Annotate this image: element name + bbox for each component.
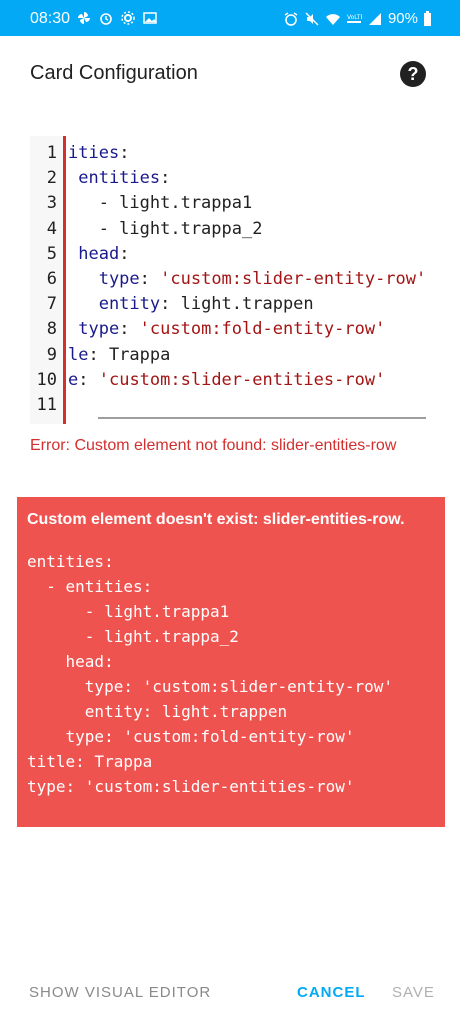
pinwheel-icon <box>78 12 90 24</box>
line-number: 8 <box>46 319 57 340</box>
code-token: 'custom:slider-entity-row' <box>160 269 427 289</box>
code-line: entities: <box>68 168 170 188</box>
code-token: head <box>68 243 120 264</box>
alarm-clock-icon <box>100 13 112 25</box>
code-line: le: Trappa <box>68 345 170 365</box>
show-visual-editor-button[interactable]: SHOW VISUAL EDITOR <box>29 984 211 1001</box>
line-number: 1 <box>46 143 57 163</box>
status-bar: 08:30 VoLTE 90% <box>0 0 460 36</box>
code-token: - light.trappa_2 <box>68 218 263 239</box>
line-number: 2 <box>46 168 57 189</box>
code-token: entities <box>68 168 161 189</box>
help-icon[interactable]: ? <box>400 61 426 87</box>
code-line: head: <box>68 244 129 264</box>
code-token: : Trappa <box>88 344 171 365</box>
navigation-bar <box>0 1016 460 1024</box>
code-line: - light.trappa1 <box>68 193 253 214</box>
alarm-icon <box>284 11 298 26</box>
code-token: type <box>68 319 120 340</box>
error-card: Custom element doesn't exist: slider-ent… <box>17 497 445 827</box>
code-line: ities: <box>68 143 129 163</box>
code-token: - light.trappa1 <box>68 193 253 214</box>
code-token: e <box>68 369 79 390</box>
dialog-header: Card Configuration ? <box>0 36 460 112</box>
code-token: ities <box>68 143 120 163</box>
code-token: entity <box>68 294 161 315</box>
line-number: 9 <box>46 344 57 365</box>
code-token: : <box>119 319 140 340</box>
cancel-button[interactable]: CANCEL <box>297 984 366 1001</box>
code-line: type: 'custom:slider-entity-row' <box>68 269 427 289</box>
code-token: : <box>119 143 130 163</box>
line-number: 5 <box>46 243 57 264</box>
code-token: : <box>139 269 161 289</box>
save-button[interactable]: SAVE <box>392 984 435 1001</box>
volte-icon: VoLTE <box>346 14 362 23</box>
line-number: 3 <box>46 193 57 214</box>
error-message: Error: Custom element not found: slider-… <box>30 437 397 454</box>
svg-text:VoLTE: VoLTE <box>347 14 362 21</box>
image-icon <box>143 12 157 24</box>
line-number: 6 <box>46 269 57 289</box>
error-card-title: Custom element doesn't exist: slider-ent… <box>27 511 405 528</box>
gear-icon <box>121 11 135 25</box>
battery-icon <box>424 10 431 26</box>
signal-icon <box>368 12 381 25</box>
code-token: type <box>68 269 140 289</box>
battery-percent: 90% <box>387 10 418 27</box>
code-token: : <box>160 168 171 189</box>
code-line: e: 'custom:slider-entities-row' <box>68 370 385 390</box>
status-time: 08:30 <box>30 10 71 27</box>
code-line: entity: light.trappen <box>68 294 314 314</box>
status-icons-left <box>76 10 158 26</box>
line-number-gutter: 1 2 3 4 5 6 7 8 9 10 11 <box>30 136 66 424</box>
error-card-yaml: entities: - entities: - light.trappa1 - … <box>27 552 394 796</box>
wifi-icon <box>325 13 340 25</box>
line-number: 10 <box>36 369 57 390</box>
editor-underline <box>98 417 426 419</box>
code-token: : light.trappen <box>160 294 314 315</box>
line-number: 4 <box>46 218 57 239</box>
code-token: : <box>119 243 130 264</box>
code-editor[interactable]: 1 2 3 4 5 6 7 8 9 10 11 ities: entities: - light.t… <box>30 136 440 424</box>
code-line: type: 'custom:fold-entity-row' <box>68 319 385 339</box>
code-token: : <box>78 369 99 390</box>
line-number: 11 <box>36 395 57 415</box>
code-token: le <box>68 344 89 365</box>
status-icons-right: VoLTE 90% <box>283 10 432 27</box>
mute-icon <box>305 12 319 25</box>
code-token: 'custom:fold-entity-row' <box>139 319 386 340</box>
code-line: - light.trappa_2 <box>68 218 263 239</box>
code-token: 'custom:slider-entities-row' <box>98 369 386 390</box>
line-number: 7 <box>46 294 57 315</box>
dialog-title: Card Configuration <box>30 62 198 84</box>
